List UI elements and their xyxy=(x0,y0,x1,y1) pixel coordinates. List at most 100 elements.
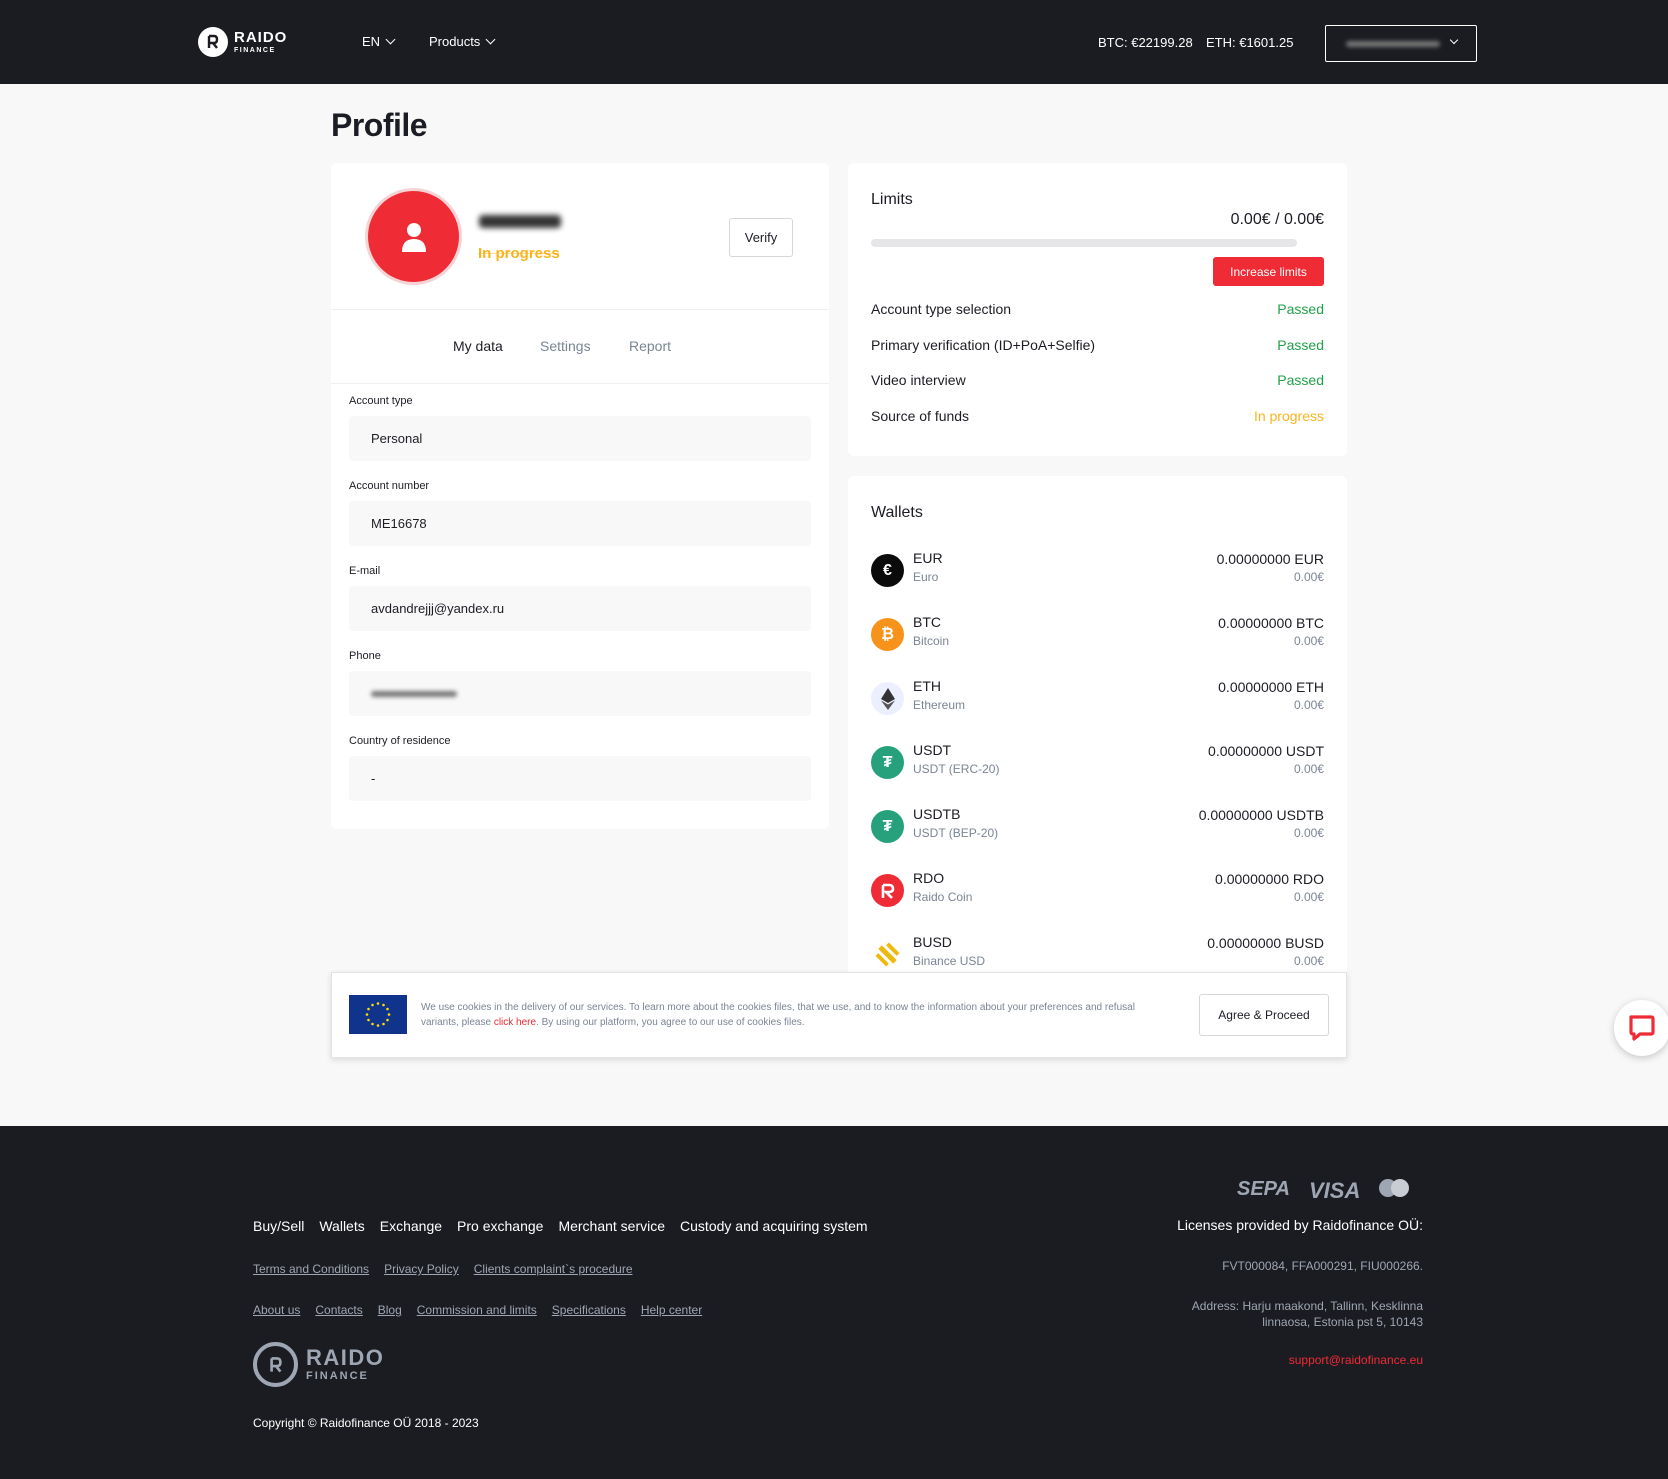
cookie-text-end: . By using our platform, you agree to ou… xyxy=(536,1017,805,1028)
wallet-name: Euro xyxy=(913,570,939,584)
account-type-field: Personal xyxy=(349,416,811,461)
language-selector[interactable]: EN xyxy=(362,34,396,49)
wallet-eur-value: 0.00€ xyxy=(1293,698,1324,712)
cookie-policy-link[interactable]: click here xyxy=(494,1017,536,1028)
ethereum-icon xyxy=(871,682,904,715)
footer-logo-wordmark: RAIDO xyxy=(306,1345,385,1370)
licenses-list: FVT000084, FFA000291, FIU000266. xyxy=(1222,1259,1423,1273)
wallet-eur-value: 0.00€ xyxy=(1293,570,1324,584)
divider xyxy=(331,383,829,384)
binance-icon xyxy=(871,938,904,971)
contacts-link[interactable]: Contacts xyxy=(315,1303,362,1317)
wallet-row[interactable]: ETH Ethereum 0.00000000 ETH 0.00€ xyxy=(871,678,1324,720)
limit-row-status: Passed xyxy=(1277,337,1324,353)
wallet-eur-value: 0.00€ xyxy=(1293,634,1324,648)
footer-nav-buy-sell[interactable]: Buy/Sell xyxy=(253,1218,304,1234)
about-link[interactable]: About us xyxy=(253,1303,300,1317)
wallet-row[interactable]: ₿ BTC Bitcoin 0.00000000 BTC 0.00€ xyxy=(871,614,1324,656)
wallet-name: Bitcoin xyxy=(913,634,950,648)
wallet-name: Binance USD xyxy=(913,954,986,968)
wallets-card: Wallets € EUR Euro 0.00000000 EUR 0.00€ … xyxy=(848,476,1347,976)
wallet-row[interactable]: BUSD Binance USD 0.00000000 BUSD 0.00€ xyxy=(871,934,1324,976)
top-header: RAIDO FINANCE EN Products BTC: €22199.28… xyxy=(0,0,1668,84)
products-label: Products xyxy=(429,34,481,49)
redacted-phone xyxy=(371,690,457,697)
wallet-code: RDO xyxy=(913,870,945,886)
wallet-row[interactable]: ₮ USDTB USDT (BEP-20) 0.00000000 USDTB 0… xyxy=(871,806,1324,848)
account-type-label: Account type xyxy=(349,395,413,407)
help-center-link[interactable]: Help center xyxy=(641,1303,702,1317)
blog-link[interactable]: Blog xyxy=(378,1303,402,1317)
language-label: EN xyxy=(362,34,381,49)
products-menu[interactable]: Products xyxy=(429,34,496,49)
wallets-title: Wallets xyxy=(871,504,923,521)
limit-row-status: Passed xyxy=(1277,372,1324,388)
email-field: avdandrejjj@yandex.ru xyxy=(349,586,811,631)
commission-link[interactable]: Commission and limits xyxy=(417,1303,537,1317)
terms-link[interactable]: Terms and Conditions xyxy=(253,1262,369,1276)
cookie-text: We use cookies in the delivery of our se… xyxy=(421,1000,1169,1030)
limit-row-label: Account type selection xyxy=(871,301,1012,317)
footer: Buy/Sell Wallets Exchange Pro exchange M… xyxy=(0,1126,1668,1479)
wallet-name: Raido Coin xyxy=(913,890,973,904)
wallet-balance: 0.00000000 EUR xyxy=(1216,551,1324,567)
avatar[interactable] xyxy=(368,191,459,282)
verify-button[interactable]: Verify xyxy=(729,218,793,257)
footer-nav-exchange[interactable]: Exchange xyxy=(380,1218,442,1234)
privacy-link[interactable]: Privacy Policy xyxy=(384,1262,459,1276)
country-label: Country of residence xyxy=(349,735,451,747)
wallet-eur-value: 0.00€ xyxy=(1293,826,1324,840)
sepa-logo: SEPA xyxy=(1237,1178,1290,1200)
page-title: Profile xyxy=(331,107,428,143)
wallet-code: EUR xyxy=(913,550,943,566)
tab-settings[interactable]: Settings xyxy=(540,338,591,354)
wallet-name: Ethereum xyxy=(913,698,966,712)
specifications-link[interactable]: Specifications xyxy=(552,1303,626,1317)
limit-row: Video interview Passed xyxy=(871,372,1324,388)
wallet-code: BUSD xyxy=(913,934,952,950)
wallet-balance: 0.00000000 USDT xyxy=(1208,743,1324,759)
wallet-row[interactable]: ₮ USDT USDT (ERC-20) 0.00000000 USDT 0.0… xyxy=(871,742,1324,784)
verification-status: In progress xyxy=(478,245,560,262)
chat-button[interactable] xyxy=(1614,1000,1668,1056)
footer-nav-wallets[interactable]: Wallets xyxy=(319,1218,364,1234)
tab-my-data[interactable]: My data xyxy=(453,338,503,354)
wallet-name: USDT (BEP-20) xyxy=(913,826,999,840)
chat-icon xyxy=(1629,1015,1655,1041)
account-number-label: Account number xyxy=(349,480,430,492)
tab-report[interactable]: Report xyxy=(629,338,671,354)
footer-nav: Buy/Sell Wallets Exchange Pro exchange M… xyxy=(253,1218,868,1234)
support-email-link[interactable]: support@raidofinance.eu xyxy=(1289,1353,1423,1367)
limits-card: Limits 0.00€ / 0.00€ Increase limits Acc… xyxy=(848,163,1347,456)
wallet-row[interactable]: € EUR Euro 0.00000000 EUR 0.00€ xyxy=(871,550,1324,592)
chevron-down-icon xyxy=(485,34,496,45)
phone-field xyxy=(349,671,811,716)
country-field: - xyxy=(349,756,811,801)
wallet-eur-value: 0.00€ xyxy=(1293,762,1324,776)
euro-icon: € xyxy=(871,554,904,587)
eu-flag-icon xyxy=(349,995,407,1034)
chevron-down-icon xyxy=(385,34,396,45)
agree-proceed-button[interactable]: Agree & Proceed xyxy=(1199,994,1329,1036)
footer-nav-pro-exchange[interactable]: Pro exchange xyxy=(457,1218,543,1234)
limit-row: Source of funds In progress xyxy=(871,408,1324,424)
footer-nav-merchant[interactable]: Merchant service xyxy=(558,1218,665,1234)
bitcoin-icon: ₿ xyxy=(871,618,904,651)
wallet-row[interactable]: RDO Raido Coin 0.00000000 RDO 0.00€ xyxy=(871,870,1324,912)
limits-title: Limits xyxy=(871,191,913,208)
increase-limits-button[interactable]: Increase limits xyxy=(1213,257,1324,286)
wallet-balance: 0.00000000 BUSD xyxy=(1207,935,1324,951)
footer-nav-custody[interactable]: Custody and acquiring system xyxy=(680,1218,868,1234)
redacted-account-name xyxy=(1346,41,1440,47)
limits-progress-bar xyxy=(871,239,1297,247)
footer-logo[interactable]: RAIDO FINANCE xyxy=(253,1342,384,1387)
profile-card: In progress Verify My data Settings Repo… xyxy=(331,163,829,829)
raido-logo-icon xyxy=(198,27,228,57)
phone-label: Phone xyxy=(349,650,381,662)
logo-wordmark: RAIDO xyxy=(234,29,288,46)
complaint-link[interactable]: Clients complaint`s procedure xyxy=(474,1262,633,1276)
raido-logo[interactable]: RAIDO FINANCE xyxy=(198,27,287,57)
wallet-eur-value: 0.00€ xyxy=(1293,954,1324,968)
account-menu-button[interactable] xyxy=(1325,25,1477,62)
wallet-code: USDT xyxy=(913,742,952,758)
